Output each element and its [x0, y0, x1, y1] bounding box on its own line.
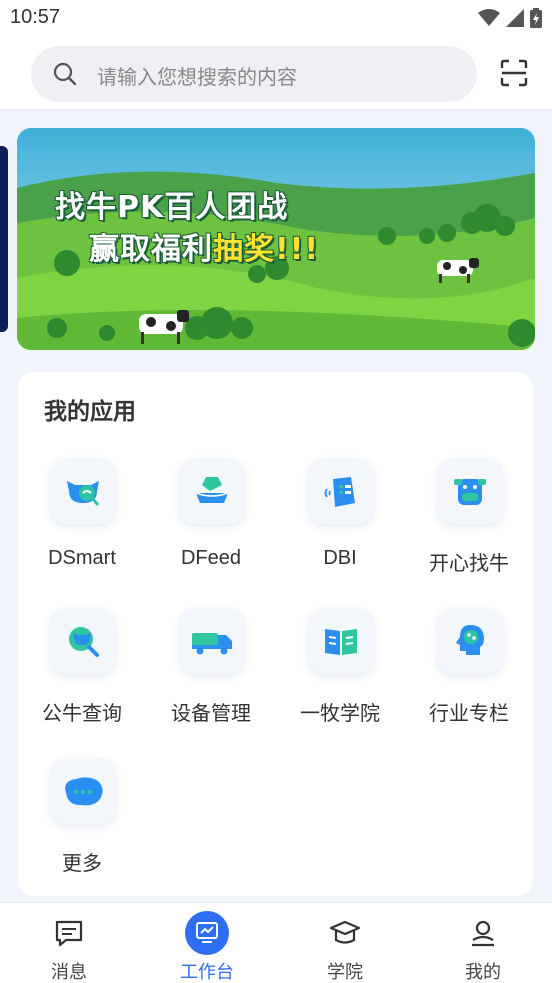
- app-industry-column[interactable]: 行业专栏: [405, 608, 533, 738]
- my-apps-title: 我的应用: [44, 398, 136, 424]
- tab-workbench[interactable]: 工作台: [138, 903, 276, 983]
- banner-subheadline-main: 赢取福利: [89, 232, 213, 267]
- bottom-tab-bar: 消息 工作台 学院 我的: [0, 902, 552, 983]
- app-label: 公牛查询: [42, 703, 122, 725]
- workbench-icon: [185, 911, 229, 955]
- banner-headline: 找牛PK百人团战: [55, 190, 289, 225]
- tab-label: 消息: [51, 962, 87, 982]
- feed-trough-icon: [179, 458, 245, 524]
- tab-academy[interactable]: 学院: [276, 903, 414, 983]
- app-dfeed[interactable]: DFeed: [147, 458, 275, 588]
- graduation-cap-icon: [323, 911, 367, 955]
- my-apps-card: 我的应用 DSmart DFeed DBI 开心找牛 公牛查询 设备管理 一牧学…: [18, 372, 533, 896]
- app-label: 设备管理: [171, 703, 251, 725]
- search-placeholder: 请输入您想搜索的内容: [97, 67, 297, 89]
- app-label: DFeed: [180, 547, 242, 569]
- brain-head-icon: [437, 608, 503, 674]
- signal-icon: [506, 9, 524, 27]
- promo-banner[interactable]: 找牛PK百人团战 赢取福利抽奖!!!: [17, 128, 535, 350]
- tab-mine[interactable]: 我的: [414, 903, 552, 983]
- user-icon: [461, 911, 505, 955]
- app-dbi[interactable]: DBI: [276, 458, 404, 588]
- app-dsmart[interactable]: DSmart: [18, 458, 146, 588]
- truck-icon: [179, 608, 245, 674]
- tab-label: 工作台: [180, 962, 234, 982]
- app-label: DSmart: [48, 547, 116, 569]
- search-icon: [53, 62, 77, 86]
- search-header: 请输入您想搜索的内容: [0, 36, 552, 110]
- app-bull-query[interactable]: 公牛查询: [18, 608, 146, 738]
- app-label: 更多: [62, 853, 102, 875]
- tab-label: 我的: [465, 962, 501, 982]
- app-label: 行业专栏: [429, 703, 509, 725]
- more-icon: [50, 758, 116, 824]
- open-book-icon: [308, 608, 374, 674]
- app-happy-find-cow[interactable]: 开心找牛: [405, 458, 533, 588]
- cow-face-icon: [437, 458, 503, 524]
- banner-subheadline-highlight: 抽奖!!!: [213, 232, 320, 267]
- search-input[interactable]: 请输入您想搜索的内容: [31, 46, 477, 102]
- cow-link-icon: [50, 458, 116, 524]
- app-device-management[interactable]: 设备管理: [147, 608, 275, 738]
- scan-icon[interactable]: [500, 59, 528, 87]
- status-bar: 10:57: [0, 0, 552, 36]
- status-icons: [478, 8, 542, 28]
- tab-messages[interactable]: 消息: [0, 903, 138, 983]
- app-more[interactable]: 更多: [18, 758, 146, 888]
- app-label: 一牧学院: [300, 703, 380, 725]
- wifi-icon: [478, 9, 500, 26]
- report-bag-icon: [308, 458, 374, 524]
- battery-icon: [530, 8, 542, 28]
- banner-side-indicator: [0, 146, 8, 332]
- message-icon: [47, 911, 91, 955]
- app-label: DBI: [323, 547, 357, 569]
- app-label: 开心找牛: [429, 553, 509, 575]
- status-time: 10:57: [10, 6, 61, 28]
- app-yimu-academy[interactable]: 一牧学院: [276, 608, 404, 738]
- bull-search-icon: [50, 608, 116, 674]
- tab-label: 学院: [327, 962, 363, 982]
- banner-subheadline: 赢取福利抽奖!!!: [89, 224, 319, 268]
